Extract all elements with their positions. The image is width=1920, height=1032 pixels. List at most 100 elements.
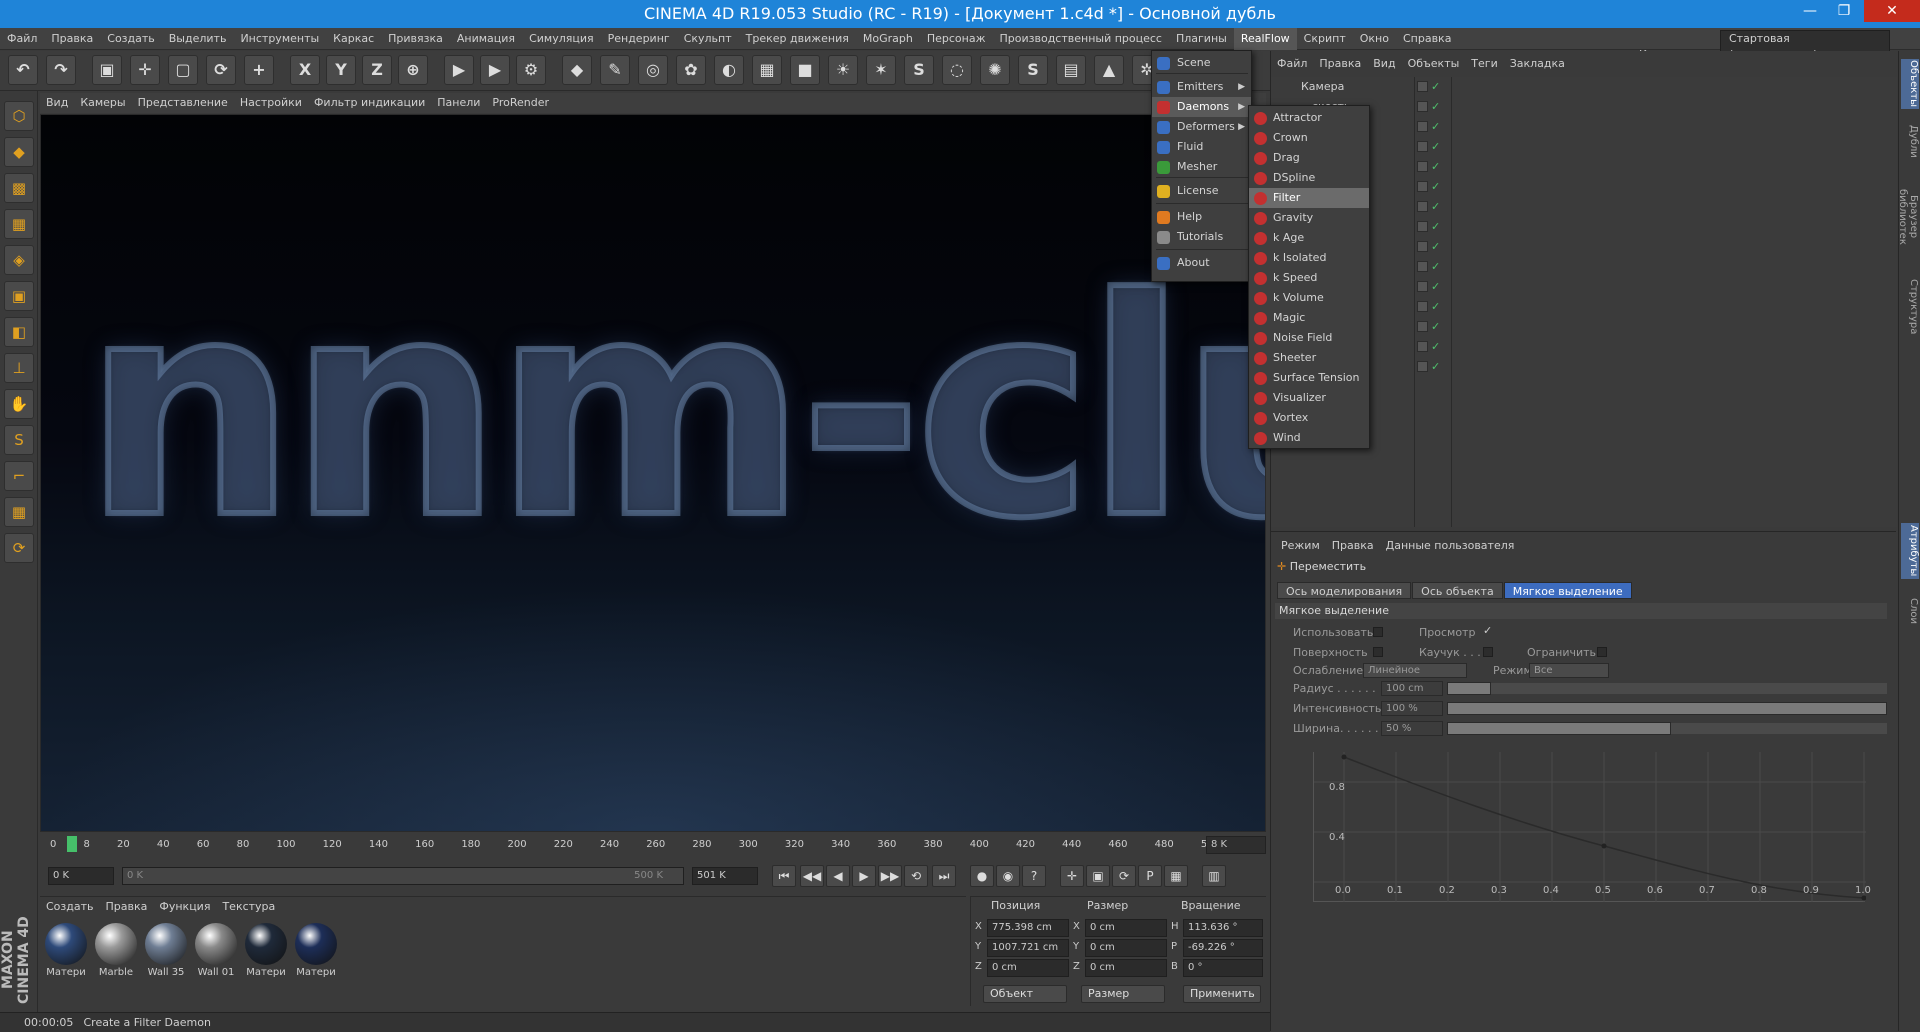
visibility-toggle[interactable] (1417, 301, 1428, 312)
coord-icon[interactable]: ⊕ (398, 55, 428, 85)
render-view-icon[interactable]: ▶ (444, 55, 474, 85)
enabled-check-icon[interactable]: ✓ (1431, 257, 1440, 277)
camera-icon[interactable]: ■ (790, 55, 820, 85)
transport-icon-11[interactable]: ▣ (1086, 865, 1110, 887)
menu-item-0[interactable]: Файл (0, 28, 44, 50)
transport-icon-5[interactable]: ⟲ (904, 865, 928, 887)
menu-item-6[interactable]: Привязка (381, 28, 450, 50)
position-field[interactable]: 775.398 cm (987, 919, 1069, 937)
transport-icon-7[interactable]: ● (970, 865, 994, 887)
menu-item-16[interactable]: RealFlow (1233, 28, 1297, 50)
attribute-tab[interactable]: Ось объекта (1412, 582, 1503, 599)
undo-icon[interactable]: ↶ (8, 55, 38, 85)
mode-tool-icon-12[interactable]: ⟳ (4, 533, 34, 563)
visibility-toggle[interactable] (1417, 101, 1428, 112)
object-menu-item[interactable]: Вид (1367, 54, 1401, 74)
transport-icon-6[interactable]: ⏭ (932, 865, 956, 887)
transport-icon-14[interactable]: ▦ (1164, 865, 1188, 887)
move-icon[interactable]: ✛ (130, 55, 160, 85)
rotation-field[interactable]: -69.226 ° (1183, 939, 1263, 957)
realflow-menu-item[interactable]: Help (1152, 207, 1251, 227)
daemon-item[interactable]: Magic (1249, 308, 1369, 328)
transport-icon-0[interactable]: ⏮ (772, 865, 796, 887)
realflow-menu-item[interactable]: Deformers ▶ (1152, 117, 1251, 137)
transport-icon-8[interactable]: ◉ (996, 865, 1020, 887)
enabled-check-icon[interactable]: ✓ (1431, 157, 1440, 177)
radius-field[interactable]: 100 cm (1381, 681, 1443, 696)
menu-item-2[interactable]: Создать (100, 28, 162, 50)
transport-icon-15[interactable]: ▥ (1202, 865, 1226, 887)
side-tab[interactable]: Объекты (1901, 59, 1919, 109)
close-button[interactable]: ✕ (1864, 0, 1920, 22)
rotation-field[interactable]: 113.636 ° (1183, 919, 1263, 937)
enabled-check-icon[interactable]: ✓ (1431, 177, 1440, 197)
menu-item-18[interactable]: Окно (1353, 28, 1396, 50)
attribute-menu-item[interactable]: Правка (1326, 536, 1380, 556)
mode-tool-icon-9[interactable]: S (4, 425, 34, 455)
visibility-toggle[interactable] (1417, 241, 1428, 252)
attribute-tab[interactable]: Мягкое выделение (1503, 582, 1632, 599)
intensity-field[interactable]: 100 % (1381, 701, 1443, 716)
menu-item-10[interactable]: Скульпт (677, 28, 739, 50)
daemon-item[interactable]: k Speed (1249, 268, 1369, 288)
side-tab[interactable]: Слои (1901, 595, 1919, 627)
viewport-menu-item[interactable]: Фильтр индикации (308, 93, 431, 113)
object-menu-item[interactable]: Объекты (1402, 54, 1466, 74)
s-icon[interactable]: S (904, 55, 934, 85)
preview-check-icon[interactable]: ✓ (1483, 624, 1492, 637)
transport-icon-4[interactable]: ▶▶ (878, 865, 902, 887)
mode-tool-icon-4[interactable]: ◈ (4, 245, 34, 275)
pen-icon[interactable]: ✎ (600, 55, 630, 85)
triangle-icon[interactable]: ▲ (1094, 55, 1124, 85)
enabled-check-icon[interactable]: ✓ (1431, 117, 1440, 137)
side-tab[interactable]: Браузер библиотек (1897, 167, 1919, 267)
transport-icon-1[interactable]: ◀◀ (800, 865, 824, 887)
cloner-icon[interactable]: ✿ (676, 55, 706, 85)
menu-item-8[interactable]: Симуляция (522, 28, 601, 50)
menu-item-19[interactable]: Справка (1396, 28, 1458, 50)
realflow-menu-item[interactable]: License (1152, 181, 1251, 201)
material-menu-item[interactable]: Функция (153, 897, 216, 917)
transport-icon-10[interactable]: ✛ (1060, 865, 1084, 887)
daemon-item[interactable]: Crown (1249, 128, 1369, 148)
z-axis-icon[interactable]: Z (362, 55, 392, 85)
daemon-item[interactable]: Attractor (1249, 108, 1369, 128)
transport-icon-2[interactable]: ◀ (826, 865, 850, 887)
material-menu-item[interactable]: Создать (40, 897, 100, 917)
visibility-toggle[interactable] (1417, 321, 1428, 332)
mode-tool-icon-1[interactable]: ◆ (4, 137, 34, 167)
material-swatch[interactable]: Wall 35 (144, 923, 188, 987)
x-axis-icon[interactable]: X (290, 55, 320, 85)
intensity-slider[interactable] (1447, 702, 1887, 715)
rubber-checkbox[interactable] (1483, 647, 1493, 657)
daemon-item[interactable]: k Age (1249, 228, 1369, 248)
light-icon[interactable]: ☀ (828, 55, 858, 85)
daemon-item[interactable]: Drag (1249, 148, 1369, 168)
menu-item-14[interactable]: Производственный процесс (993, 28, 1169, 50)
visibility-toggle[interactable] (1417, 221, 1428, 232)
visibility-toggle[interactable] (1417, 201, 1428, 212)
use-checkbox[interactable] (1373, 627, 1383, 637)
mode-tool-icon-11[interactable]: ▦ (4, 497, 34, 527)
restrict-checkbox[interactable] (1597, 647, 1607, 657)
redo-icon[interactable]: ↷ (46, 55, 76, 85)
visibility-toggle[interactable] (1417, 161, 1428, 172)
floor-icon[interactable]: ▦ (752, 55, 782, 85)
visibility-toggle[interactable] (1417, 81, 1428, 92)
material-swatch[interactable]: Матери (294, 923, 338, 987)
enabled-check-icon[interactable]: ✓ (1431, 277, 1440, 297)
size-field[interactable]: 0 cm (1085, 939, 1167, 957)
daemon-item[interactable]: Gravity (1249, 208, 1369, 228)
mode-tool-icon-3[interactable]: ▦ (4, 209, 34, 239)
timeline[interactable]: 0 8 20 40 60 80 100 120 140 160 180 200 220 240 260 280… (40, 833, 1266, 857)
material-swatch[interactable]: Матери (44, 923, 88, 987)
visibility-toggle[interactable] (1417, 141, 1428, 152)
position-field[interactable]: 0 cm (987, 959, 1069, 977)
enabled-check-icon[interactable]: ✓ (1431, 97, 1440, 117)
width-slider-track[interactable] (1671, 723, 1887, 734)
timeline-end-field[interactable]: 8 K (1206, 836, 1266, 854)
daemon-item[interactable]: Filter (1249, 188, 1369, 208)
realflow-menu-item[interactable]: Fluid (1152, 137, 1251, 157)
daemon-item[interactable]: Visualizer (1249, 388, 1369, 408)
menu-item-1[interactable]: Правка (44, 28, 100, 50)
